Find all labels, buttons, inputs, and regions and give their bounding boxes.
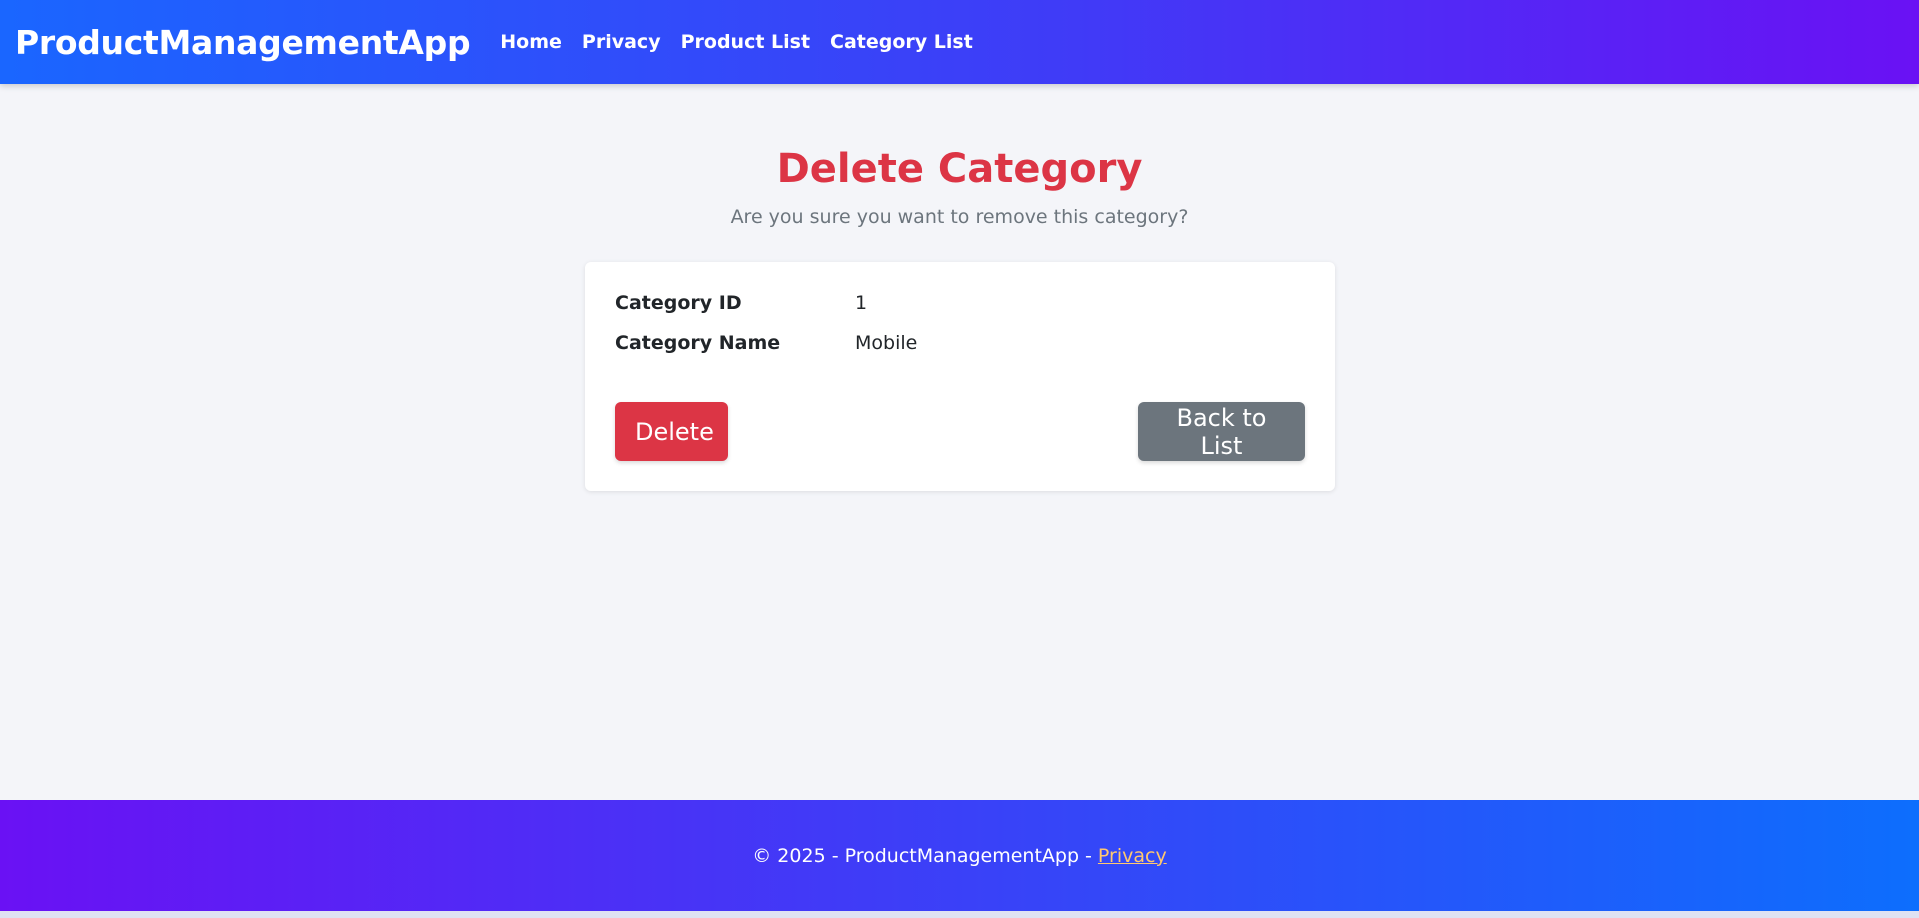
nav-link-product-list[interactable]: Product List [681, 31, 810, 53]
nav-link-privacy[interactable]: Privacy [582, 31, 661, 53]
page-subtitle: Are you sure you want to remove this cat… [730, 206, 1189, 228]
delete-button[interactable]: Delete [615, 402, 728, 461]
category-id-label: Category ID [615, 292, 742, 314]
field-row-category-id: Category ID 1 [615, 292, 1305, 322]
category-name-label: Category Name [615, 332, 781, 354]
nav-link-home[interactable]: Home [500, 31, 562, 53]
top-navbar: ProductManagementApp Home Privacy Produc… [0, 0, 1919, 84]
nav-links: Home Privacy Product List Category List [500, 31, 973, 53]
footer-privacy-link[interactable]: Privacy [1098, 845, 1167, 867]
footer-copyright: © 2025 - ProductManagementApp - [752, 844, 1092, 867]
bottom-strip [0, 911, 1919, 918]
page-title: Delete Category [776, 146, 1143, 192]
nav-link-category-list[interactable]: Category List [830, 31, 973, 53]
field-row-category-name: Category Name Mobile [615, 332, 1305, 362]
footer: © 2025 - ProductManagementApp - Privacy [0, 800, 1919, 911]
category-name-value: Mobile [855, 332, 918, 354]
category-details-card: Category ID 1 Category Name Mobile Delet… [585, 262, 1335, 491]
back-to-list-button[interactable]: Back to List [1138, 402, 1305, 461]
category-id-value: 1 [855, 292, 868, 314]
brand-link[interactable]: ProductManagementApp [15, 23, 471, 62]
